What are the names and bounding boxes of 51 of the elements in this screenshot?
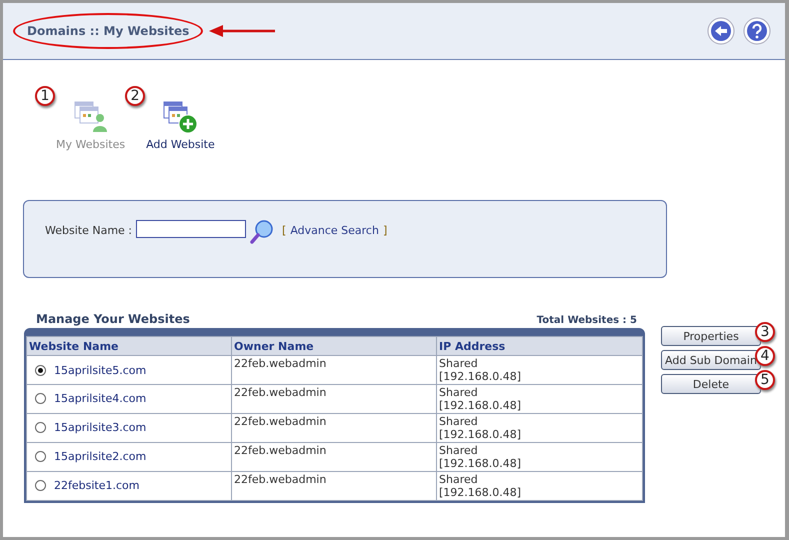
website-name: 22febsite1.com [54,478,140,492]
field-label: Website Name : [45,223,132,237]
action-button[interactable]: Add Sub Domain [661,350,761,370]
ip-address: [192.168.0.48] [439,399,522,412]
page-title: Domains :: My Websites [27,24,190,38]
callout-number: 1 [35,86,55,106]
table-cell: 22feb.webadmin [232,384,436,414]
ip-address: [192.168.0.48] [439,457,522,470]
table-cell: 22feb.webadmin [232,472,436,500]
website-name-field[interactable] [136,220,246,238]
websites-add-icon [162,100,198,134]
ip-type: Shared [439,473,479,486]
table-title: Manage Your Websites [36,312,190,326]
ip-address: [192.168.0.48] [439,486,522,499]
table-cell: 22feb.webadmin [232,356,436,384]
website-name: 15aprilsite4.com [54,392,146,404]
column-header: IP Address [436,336,642,356]
website-name: 15aprilsite3.com [54,420,146,434]
website-name: 15aprilsite5.com [54,364,146,377]
ip-type: Shared [439,357,479,370]
column-header: Owner Name [232,336,436,356]
help-icon[interactable] [743,17,771,45]
ip-type: Shared [439,386,479,399]
search-icon[interactable] [250,220,274,244]
radio-button[interactable] [35,422,46,432]
radio-button[interactable] [35,450,46,462]
radio-button[interactable] [35,365,46,376]
ip-type: Shared [439,415,479,428]
arrow-icon [209,25,276,37]
toolbar-item[interactable]: Add Website [146,96,215,166]
table-cell: 22feb.webadmin [232,442,436,472]
table-cell: 22feb.webadmin [232,414,436,442]
back-icon[interactable] [707,17,735,45]
callout-number: 2 [125,86,146,106]
action-button[interactable]: Properties [661,326,761,346]
ip-address: [192.168.0.48] [439,370,522,383]
action-button[interactable]: Delete [661,374,761,394]
ip-address: [192.168.0.48] [439,428,522,441]
callout-number: 4 [755,346,775,366]
column-header: Website Name [26,336,232,356]
websites-user-icon [72,100,109,134]
bracket: ] [382,224,388,237]
radio-button[interactable] [35,392,46,404]
advance-search-link[interactable]: Advance Search [290,224,379,237]
total-count: Total Websites : 5 [536,315,637,326]
website-name: 15aprilsite2.com [54,450,146,462]
callout-number: 5 [755,370,775,390]
callout-number: 3 [755,322,775,342]
radio-button[interactable] [35,480,46,490]
ip-type: Shared [439,444,479,457]
bracket: [ [282,224,286,237]
